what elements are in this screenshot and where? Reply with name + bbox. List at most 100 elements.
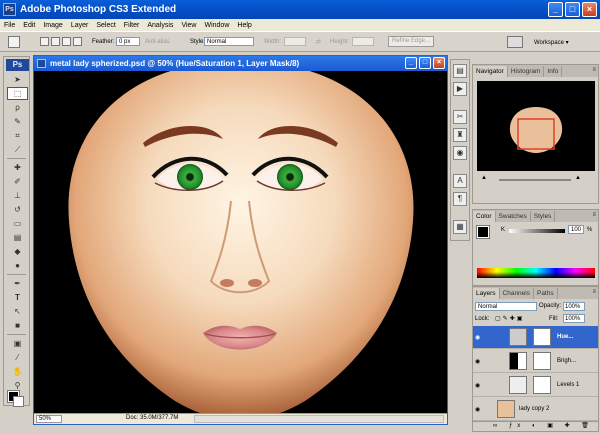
visibility-eye-icon[interactable]: ◉ xyxy=(475,358,480,365)
menu-analysis[interactable]: Analysis xyxy=(147,22,173,29)
menu-file[interactable]: File xyxy=(4,22,15,29)
history-icon[interactable]: ▤ xyxy=(453,64,467,78)
dodge-tool-icon[interactable]: ● xyxy=(7,259,28,272)
color-ramp[interactable] xyxy=(477,268,595,278)
navigator-preview[interactable] xyxy=(477,81,595,171)
menu-image[interactable]: Image xyxy=(43,22,62,29)
clone-source-icon[interactable]: ◉ xyxy=(453,146,467,160)
gradient-tool-icon[interactable]: ▤ xyxy=(7,231,28,244)
new-selection-icon[interactable] xyxy=(40,37,49,46)
channel-k-input[interactable]: 100 xyxy=(568,225,584,234)
add-selection-icon[interactable] xyxy=(51,37,60,46)
menu-edit[interactable]: Edit xyxy=(23,22,35,29)
tab-paths[interactable]: Paths xyxy=(534,288,558,299)
tab-info[interactable]: Info xyxy=(544,66,563,77)
visibility-eye-icon[interactable]: ◉ xyxy=(475,382,480,389)
feather-input[interactable]: 0 px xyxy=(116,37,140,46)
tool-presets-icon[interactable]: ✂ xyxy=(453,110,467,124)
lasso-tool-icon[interactable]: ρ xyxy=(7,101,28,114)
layers-panel-menu-icon[interactable]: ≡ xyxy=(592,289,596,295)
maximize-button[interactable]: □ xyxy=(565,2,580,17)
marquee-tool-icon[interactable]: ⬚ xyxy=(7,87,28,100)
antialias-checkbox[interactable]: Anti-alias xyxy=(145,39,170,45)
tab-navigator[interactable]: Navigator xyxy=(473,66,508,77)
marquee-preset-icon[interactable] xyxy=(8,36,20,48)
close-button[interactable]: × xyxy=(582,2,597,17)
fill-input[interactable]: 100% xyxy=(563,314,585,323)
lock-icons[interactable]: ▢✎✚▣ xyxy=(495,315,524,322)
tab-histogram[interactable]: Histogram xyxy=(508,66,545,77)
shape-tool-icon[interactable]: ■ xyxy=(7,319,28,332)
clone-stamp-tool-icon[interactable]: ⊥ xyxy=(7,189,28,202)
pen-tool-icon[interactable]: ✒ xyxy=(7,277,28,290)
tab-swatches[interactable]: Swatches xyxy=(496,211,531,222)
doc-minimize-button[interactable]: _ xyxy=(405,57,417,69)
path-select-tool-icon[interactable]: ↖ xyxy=(7,305,28,318)
channel-k-slider[interactable] xyxy=(509,229,565,233)
image-canvas[interactable] xyxy=(35,71,446,414)
menu-view[interactable]: View xyxy=(181,22,196,29)
visibility-eye-icon[interactable]: ◉ xyxy=(475,406,480,413)
layer-row[interactable]: ◉ Hue... xyxy=(473,326,598,349)
tab-color[interactable]: Color xyxy=(473,211,496,222)
horizontal-scrollbar[interactable] xyxy=(194,415,444,423)
minimize-button[interactable]: _ xyxy=(548,2,563,17)
layer-name[interactable]: Levels 1 xyxy=(557,382,579,388)
doc-close-button[interactable]: × xyxy=(433,57,445,69)
menu-layer[interactable]: Layer xyxy=(71,22,89,29)
visibility-eye-icon[interactable]: ◉ xyxy=(475,334,480,341)
refine-edge-button[interactable]: Refine Edge... xyxy=(388,36,434,47)
character-icon[interactable]: A xyxy=(453,174,467,188)
opacity-input[interactable]: 100% xyxy=(563,302,585,311)
layer-mask-thumb[interactable] xyxy=(533,328,551,346)
style-select[interactable]: Normal xyxy=(204,37,254,46)
zoom-out-icon[interactable]: ▲ xyxy=(481,175,487,181)
color-fg-swatch[interactable] xyxy=(476,225,490,239)
eyedropper-tool-icon[interactable]: ⁄ xyxy=(7,351,28,364)
tab-channels[interactable]: Channels xyxy=(500,288,534,299)
zoom-in-icon[interactable]: ▲ xyxy=(575,175,581,181)
width-input[interactable] xyxy=(284,37,306,46)
bridge-icon[interactable] xyxy=(507,36,523,48)
layer-row[interactable]: ◉ Levels 1 xyxy=(473,374,598,397)
move-tool-icon[interactable]: ➤ xyxy=(7,73,28,86)
actions-icon[interactable]: ▶ xyxy=(453,82,467,96)
hand-tool-icon[interactable]: ✋ xyxy=(7,365,28,378)
eraser-tool-icon[interactable]: ▭ xyxy=(7,217,28,230)
layer-name[interactable]: Hue... xyxy=(557,334,573,340)
color-panel-menu-icon[interactable]: ≡ xyxy=(592,212,596,218)
menu-select[interactable]: Select xyxy=(96,22,115,29)
paragraph-icon[interactable]: ¶ xyxy=(453,192,467,206)
intersect-selection-icon[interactable] xyxy=(73,37,82,46)
quick-select-tool-icon[interactable]: ✎ xyxy=(7,115,28,128)
type-tool-icon[interactable]: T xyxy=(7,291,28,304)
notes-tool-icon[interactable]: ▣ xyxy=(7,337,28,350)
brush-tool-icon[interactable]: ✐ xyxy=(7,175,28,188)
layer-mask-thumb[interactable] xyxy=(533,352,551,370)
menu-window[interactable]: Window xyxy=(204,22,229,29)
layer-mask-thumb[interactable] xyxy=(533,376,551,394)
doc-size-info[interactable]: Doc: 35.0M/377.7M xyxy=(126,415,178,421)
layers-footer-buttons[interactable]: ∞ ƒx ◐ ▣ ✚ 🗑 xyxy=(473,421,598,431)
subtract-selection-icon[interactable] xyxy=(62,37,71,46)
workspace-button[interactable]: Workspace ▾ xyxy=(534,39,569,46)
tab-layers[interactable]: Layers xyxy=(473,288,500,299)
layer-comps-icon[interactable]: ▦ xyxy=(453,220,467,234)
height-input[interactable] xyxy=(352,37,374,46)
layer-name[interactable]: Brigh... xyxy=(557,358,576,364)
blend-mode-select[interactable]: Normal xyxy=(475,302,537,311)
panel-menu-icon[interactable]: ≡ xyxy=(592,67,596,73)
navigator-zoom-slider[interactable] xyxy=(499,179,571,181)
layer-row[interactable]: ◉ lady copy 2 xyxy=(473,398,598,421)
history-brush-tool-icon[interactable]: ↺ xyxy=(7,203,28,216)
menu-help[interactable]: Help xyxy=(237,22,251,29)
menu-filter[interactable]: Filter xyxy=(124,22,140,29)
layer-name[interactable]: lady copy 2 xyxy=(519,406,549,412)
layer-row[interactable]: ◉ Brigh... xyxy=(473,350,598,373)
crop-tool-icon[interactable]: ⌗ xyxy=(7,129,28,142)
swap-icon[interactable]: ⇄ xyxy=(316,38,321,45)
background-color-swatch[interactable] xyxy=(13,396,24,407)
zoom-field[interactable]: 50% xyxy=(36,415,62,423)
slice-tool-icon[interactable]: ⟋ xyxy=(7,143,28,156)
brushes-icon[interactable]: ♜ xyxy=(453,128,467,142)
